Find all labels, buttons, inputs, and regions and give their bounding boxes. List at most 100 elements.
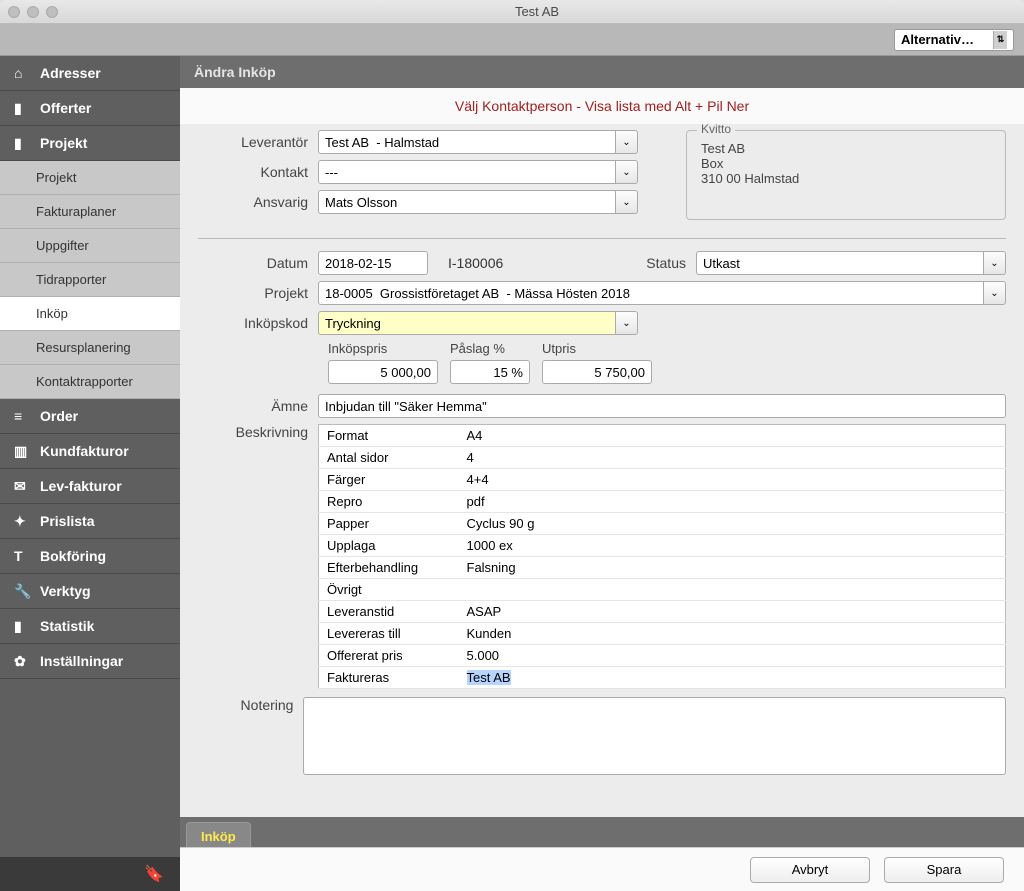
notering-input[interactable]	[303, 697, 1006, 775]
sidebar-sub-projekt[interactable]: Projekt	[0, 161, 180, 195]
sidebar-sub-kontaktrapporter[interactable]: Kontaktrapporter	[0, 365, 180, 399]
stats-icon: ▮	[14, 618, 30, 634]
ansvarig-label: Ansvarig	[198, 194, 318, 210]
table-row[interactable]: Antal sidor4	[319, 447, 1006, 469]
toolbar: Alternativ… ⇅	[0, 24, 1024, 56]
chevron-down-icon: ⌄	[990, 258, 998, 269]
list-icon: ≡	[14, 408, 30, 424]
sidebar-item-statistik[interactable]: ▮Statistik	[0, 609, 180, 644]
desc-value: 4	[459, 447, 1006, 469]
sidebar-sub-tidrapporter[interactable]: Tidrapporter	[0, 263, 180, 297]
inkopskod-input[interactable]	[318, 311, 616, 335]
kvitto-line: Box	[701, 156, 991, 171]
table-row[interactable]: PapperCyclus 90 g	[319, 513, 1006, 535]
sidebar-item-installningar[interactable]: ✿Inställningar	[0, 644, 180, 679]
hint-text: Välj Kontaktperson - Visa lista med Alt …	[180, 88, 1024, 124]
content-header: Ändra Inköp	[180, 56, 1024, 88]
table-row[interactable]: Färger4+4	[319, 469, 1006, 491]
leverantor-input[interactable]	[318, 130, 616, 154]
projekt-dropdown-button[interactable]: ⌄	[984, 281, 1006, 305]
paslag-input[interactable]	[450, 360, 530, 384]
inkopspris-label: Inköpspris	[328, 341, 438, 356]
ansvarig-dropdown-button[interactable]: ⌄	[616, 190, 638, 214]
table-row[interactable]: Repropdf	[319, 491, 1006, 513]
desc-value: ASAP	[459, 601, 1006, 623]
datum-label: Datum	[198, 255, 318, 271]
sidebar-item-bokforing[interactable]: TBokföring	[0, 539, 180, 574]
sidebar-item-kundfakturor[interactable]: ▥Kundfakturor	[0, 434, 180, 469]
desc-key: Färger	[319, 469, 459, 491]
avbryt-button[interactable]: Avbryt	[750, 857, 870, 883]
status-dropdown-button[interactable]: ⌄	[984, 251, 1006, 275]
tabstrip: Inköp	[180, 817, 1024, 847]
table-row[interactable]: FormatA4	[319, 425, 1006, 447]
desc-key: Faktureras	[319, 667, 459, 689]
sidebar: ⌂Adresser ▮Offerter ▮Projekt Projekt Fak…	[0, 56, 180, 891]
desc-key: Levereras till	[319, 623, 459, 645]
tab-inkop[interactable]: Inköp	[186, 822, 251, 848]
close-icon[interactable]	[8, 6, 20, 18]
table-row[interactable]: Levereras tillKunden	[319, 623, 1006, 645]
utpris-label: Utpris	[542, 341, 652, 356]
sidebar-item-adresser[interactable]: ⌂Adresser	[0, 56, 180, 91]
utpris-input[interactable]	[542, 360, 652, 384]
desc-key: Antal sidor	[319, 447, 459, 469]
sidebar-item-levfakturor[interactable]: ✉Lev-fakturor	[0, 469, 180, 504]
table-row[interactable]: Övrigt	[319, 579, 1006, 601]
kontakt-dropdown-button[interactable]: ⌄	[616, 160, 638, 184]
inkopspris-input[interactable]	[328, 360, 438, 384]
sidebar-item-verktyg[interactable]: 🔧Verktyg	[0, 574, 180, 609]
desc-key: Format	[319, 425, 459, 447]
sidebar-item-offerter[interactable]: ▮Offerter	[0, 91, 180, 126]
desc-key: Leveranstid	[319, 601, 459, 623]
desc-value: 4+4	[459, 469, 1006, 491]
titlebar: Test AB	[0, 0, 1024, 24]
projekt-input[interactable]	[318, 281, 984, 305]
alternativ-label: Alternativ…	[901, 32, 974, 47]
table-row[interactable]: Offererat pris5.000	[319, 645, 1006, 667]
beskrivning-table[interactable]: FormatA4Antal sidor4Färger4+4RepropdfPap…	[318, 424, 1006, 689]
sidebar-sub-inkop[interactable]: Inköp	[0, 297, 180, 331]
bottom-bar: Avbryt Spara	[180, 847, 1024, 891]
datum-input[interactable]	[318, 251, 428, 275]
chevron-down-icon: ⌄	[990, 288, 998, 299]
chevron-down-icon: ⌄	[622, 318, 630, 329]
desc-key: Offererat pris	[319, 645, 459, 667]
chevron-down-icon: ⌄	[622, 137, 630, 148]
tag-icon: ✦	[14, 513, 30, 529]
desc-value: Falsning	[459, 557, 1006, 579]
leverantor-dropdown-button[interactable]: ⌄	[616, 130, 638, 154]
sidebar-item-prislista[interactable]: ✦Prislista	[0, 504, 180, 539]
notering-label: Notering	[198, 697, 303, 713]
desc-key: Repro	[319, 491, 459, 513]
spara-button[interactable]: Spara	[884, 857, 1004, 883]
table-row[interactable]: Upplaga1000 ex	[319, 535, 1006, 557]
desc-key: Papper	[319, 513, 459, 535]
table-row[interactable]: FakturerasTest AB	[319, 667, 1006, 689]
kvitto-line: Test AB	[701, 141, 991, 156]
sidebar-item-projekt[interactable]: ▮Projekt	[0, 126, 180, 161]
amne-input[interactable]	[318, 394, 1006, 418]
sidebar-sub-fakturaplaner[interactable]: Fakturaplaner	[0, 195, 180, 229]
mail-icon: ✉	[14, 478, 30, 494]
ansvarig-input[interactable]	[318, 190, 616, 214]
inkopskod-dropdown-button[interactable]: ⌄	[616, 311, 638, 335]
minimize-icon[interactable]	[27, 6, 39, 18]
desc-value: A4	[459, 425, 1006, 447]
desc-value: Test AB	[459, 667, 1006, 689]
alternativ-select[interactable]: Alternativ… ⇅	[894, 29, 1014, 51]
kvitto-legend: Kvitto	[697, 124, 735, 136]
sidebar-sub-resursplanering[interactable]: Resursplanering	[0, 331, 180, 365]
doc-icon: ▮	[14, 135, 30, 151]
kontakt-label: Kontakt	[198, 164, 318, 180]
status-input[interactable]	[696, 251, 984, 275]
kvitto-panel: Kvitto Test AB Box 310 00 Halmstad	[686, 130, 1006, 220]
table-row[interactable]: EfterbehandlingFalsning	[319, 557, 1006, 579]
chevron-down-icon: ⌄	[622, 167, 630, 178]
sidebar-sub-uppgifter[interactable]: Uppgifter	[0, 229, 180, 263]
bookmark-icon[interactable]: 🔖	[144, 864, 164, 884]
zoom-icon[interactable]	[46, 6, 58, 18]
kontakt-input[interactable]	[318, 160, 616, 184]
table-row[interactable]: LeveranstidASAP	[319, 601, 1006, 623]
sidebar-item-order[interactable]: ≡Order	[0, 399, 180, 434]
